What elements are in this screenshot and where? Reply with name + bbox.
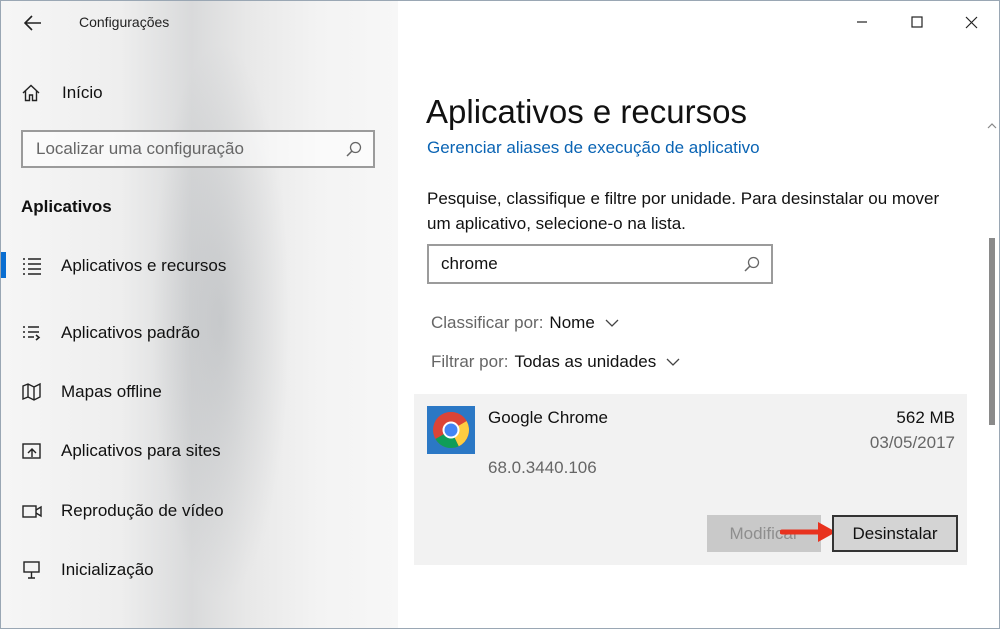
sidebar-item-label: Mapas offline	[61, 382, 162, 402]
search-icon[interactable]	[345, 140, 363, 158]
sidebar: Configurações Início Aplicativos	[1, 1, 398, 628]
sidebar-item-startup[interactable]: Inicialização	[1, 541, 398, 600]
back-button[interactable]	[17, 9, 49, 37]
filter-value: Todas as unidades	[514, 352, 657, 371]
chevron-down-icon	[666, 358, 680, 366]
app-search-box[interactable]	[427, 244, 773, 284]
maximize-button[interactable]	[889, 1, 944, 43]
chevron-down-icon	[605, 319, 619, 327]
app-search-input[interactable]	[429, 253, 743, 275]
search-icon[interactable]	[743, 255, 761, 273]
main-content: Aplicativos e recursos Gerenciar aliases…	[398, 1, 999, 628]
section-title: Aplicativos	[21, 197, 112, 216]
settings-search-box[interactable]	[21, 130, 375, 168]
sidebar-nav: Aplicativos e recursos Aplicativos padrã…	[1, 244, 398, 600]
close-button[interactable]	[944, 1, 999, 43]
app-install-date: 03/05/2017	[869, 433, 955, 452]
scroll-up-icon[interactable]	[987, 121, 997, 131]
app-size: 562 MB	[896, 408, 955, 427]
video-playback-icon	[21, 500, 43, 522]
scrollbar[interactable]	[987, 121, 997, 621]
app-name: Google Chrome	[488, 408, 609, 427]
offline-maps-icon	[21, 381, 43, 403]
window-controls	[834, 1, 999, 43]
sort-label: Classificar por:	[431, 313, 544, 332]
app-title: Configurações	[79, 14, 170, 30]
description-text: Pesquise, classifique e filtre por unida…	[427, 189, 940, 233]
sidebar-item-label: Aplicativos padrão	[61, 322, 200, 342]
sort-value: Nome	[549, 313, 595, 332]
sidebar-item-offline-maps[interactable]: Mapas offline	[1, 362, 398, 421]
red-arrow-annotation	[780, 522, 836, 542]
settings-window: Configurações Início Aplicativos	[0, 0, 1000, 629]
manage-aliases-link[interactable]: Gerenciar aliases de execução de aplicat…	[427, 138, 760, 158]
filter-dropdown[interactable]: Filtrar por: Todas as unidades	[431, 352, 680, 372]
minimize-icon	[856, 21, 867, 23]
minimize-button[interactable]	[834, 1, 889, 43]
uninstall-button[interactable]: Desinstalar	[832, 515, 958, 552]
apps-for-websites-icon	[21, 440, 43, 462]
default-apps-icon	[21, 322, 43, 344]
sidebar-item-home[interactable]: Início	[21, 79, 103, 107]
app-version: 68.0.3440.106	[488, 458, 597, 477]
sidebar-item-label: Aplicativos para sites	[61, 441, 221, 461]
scrollbar-thumb[interactable]	[989, 238, 995, 425]
sidebar-item-label: Reprodução de vídeo	[61, 500, 224, 520]
startup-icon	[21, 559, 43, 581]
app-list-item-selected[interactable]: Google Chrome 68.0.3440.106 562 MB 03/05…	[414, 394, 967, 565]
sidebar-item-label: Inicialização	[61, 560, 154, 580]
page-title: Aplicativos e recursos	[426, 93, 747, 131]
sidebar-item-label: Aplicativos e recursos	[61, 255, 227, 275]
settings-search-input[interactable]	[23, 138, 345, 160]
sidebar-item-apps-for-websites[interactable]: Aplicativos para sites	[1, 422, 398, 481]
sidebar-item-default-apps[interactable]: Aplicativos padrão	[1, 303, 398, 362]
sort-dropdown[interactable]: Classificar por: Nome	[431, 313, 619, 333]
home-icon	[22, 84, 40, 102]
close-icon	[965, 16, 978, 28]
filter-label: Filtrar por:	[431, 352, 509, 371]
back-arrow-icon	[24, 15, 41, 31]
chrome-icon	[427, 406, 475, 454]
maximize-icon	[910, 16, 923, 28]
sidebar-item-label: Início	[62, 83, 103, 102]
sidebar-item-video-playback[interactable]: Reprodução de vídeo	[1, 481, 398, 540]
sidebar-item-apps-features[interactable]: Aplicativos e recursos	[1, 244, 398, 287]
apps-features-icon	[21, 255, 43, 277]
